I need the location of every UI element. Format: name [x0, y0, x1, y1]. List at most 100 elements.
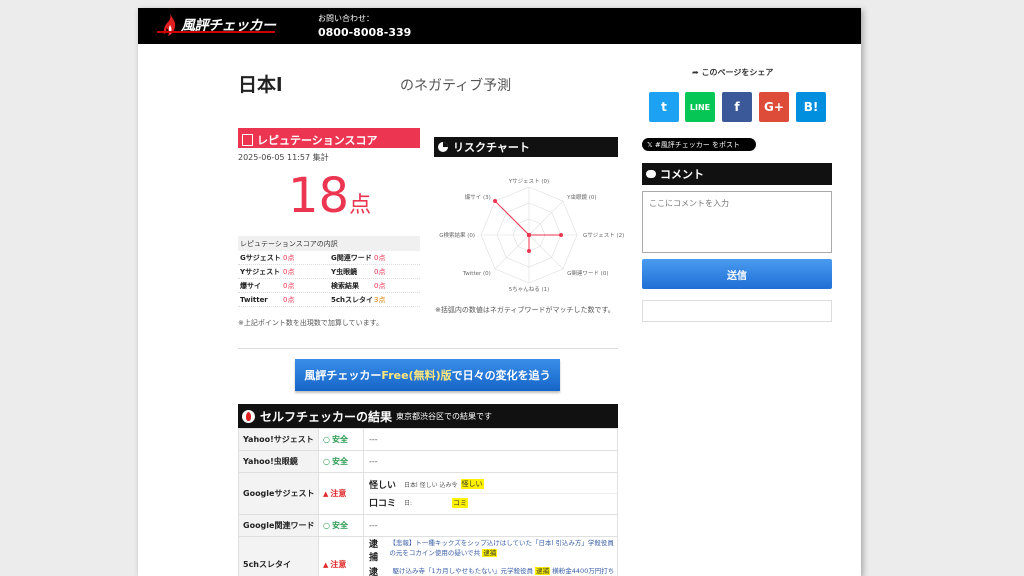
table-row: Yahoo!虫眼鏡 安全 --- — [238, 450, 618, 473]
breakdown-value: 0点 — [283, 267, 295, 276]
radar-axis-line — [494, 234, 530, 270]
radar-axis-line — [528, 200, 564, 236]
radar-note: ※括弧内の数値はネガティブワードがマッチした数です。 — [435, 306, 615, 314]
breakdown-heading: レピュテーションスコアの内訳 — [238, 236, 420, 251]
cta-highlight: Free(無料)版 — [381, 369, 452, 382]
flame-badge-icon — [242, 409, 255, 423]
self-checker-table: Yahoo!サジェスト 安全 --- Yahoo!虫眼鏡 安全 --- Goog… — [238, 428, 618, 576]
breakdown-row: Gサジェスト 0点 G関連ワード 0点 — [238, 251, 420, 265]
score-breakdown: レピュテーションスコアの内訳 Gサジェスト 0点 G関連ワード 0点 Yサジェス… — [238, 236, 420, 307]
google-plus-icon: G+ — [764, 100, 784, 114]
radar-axis-label: Y虫眼鏡 (0) — [566, 193, 596, 201]
radar-data-point — [527, 249, 531, 253]
breakdown-key: 爆サイ — [240, 281, 261, 290]
breakdown-value: 3点 — [374, 295, 386, 304]
logo-underline — [157, 31, 275, 33]
status-safe: 安全 — [323, 457, 348, 466]
line-icon: LINE — [689, 102, 711, 112]
radar-data-point — [493, 199, 498, 204]
match-word: 口コミ — [369, 499, 397, 509]
section-divider — [238, 348, 618, 349]
share-label: ➦ このページをシェア — [692, 68, 774, 77]
comment-heading: コメント — [642, 163, 832, 185]
comment-input[interactable] — [642, 191, 832, 253]
pie-chart-icon — [438, 142, 448, 152]
table-row: Yahoo!サジェスト 安全 --- — [238, 428, 618, 451]
match-context: 日: — [404, 500, 413, 507]
status-warning: 注意 — [323, 489, 346, 498]
flame-icon — [162, 13, 178, 37]
contact-phone[interactable]: 0800-8008-339 — [318, 26, 411, 39]
cta-prefix: 風評チェッカー — [304, 369, 382, 382]
breakdown-key: 5chスレタイ — [331, 295, 374, 304]
row-key: 5chスレタイ — [238, 536, 319, 576]
match-line: 逮捕 駆け込み寺「1カ月しやせもたない」元学殺役員 逮捕 横粉金4400万円打ち… — [369, 565, 617, 576]
comment-title: コメント — [660, 168, 704, 181]
row-detail: --- — [363, 450, 618, 473]
breakdown-key: Y虫眼鏡 — [331, 267, 358, 276]
cta-suffix: で日々の変化を追う — [451, 369, 551, 382]
match-context: 日本l 怪しい 込み令 — [404, 481, 458, 489]
row-status: 注意 — [318, 536, 364, 576]
score-unit: 点 — [349, 193, 372, 218]
match-text: 駆け込み寺「1カ月しやせもたない」元学殺役員 — [392, 567, 534, 575]
table-row: Google関連ワード 安全 --- — [238, 514, 618, 537]
radar-axis-label: 爆サイ (3) — [465, 193, 491, 201]
table-row: 5chスレタイ 注意 逮捕 【悲報】ト一種キックズをシップ込けはしていた「日本l… — [238, 536, 618, 576]
radar-axis-label: 5ちゃんねる (1) — [509, 286, 550, 293]
google-plus-share-button[interactable]: G+ — [759, 92, 789, 122]
post-label: 𝕏 #風評チェッカー をポスト — [647, 140, 740, 149]
row-key: Yahoo!虫眼鏡 — [238, 450, 319, 473]
send-button[interactable]: 送信 — [642, 259, 832, 289]
x-post-button[interactable]: 𝕏 #風評チェッカー をポスト — [642, 138, 756, 151]
radar-axis-label: Yサジェスト (0) — [508, 178, 549, 185]
contact-label: お問い合わせ： — [318, 14, 374, 23]
row-key: Google関連ワード — [238, 514, 319, 537]
breakdown-value: 0点 — [374, 267, 386, 276]
match-line: 口コミ 日: コミ — [369, 494, 617, 512]
breakdown-value: 0点 — [374, 281, 386, 290]
hatena-share-button[interactable]: B! — [796, 92, 826, 122]
reputation-score-title: レピュテーションスコア — [257, 133, 378, 147]
row-detail: --- — [363, 514, 618, 537]
document-icon — [242, 133, 253, 146]
page-frame: 風評チェッカー お問い合わせ： 0800-8008-339 日本l のネガティブ… — [138, 8, 861, 576]
twitter-icon: t — [661, 100, 667, 114]
free-version-button[interactable]: 風評チェッカー Free(無料)版 で日々の変化を追う — [295, 359, 560, 391]
radar-axis-label: G検索結果 (0) — [439, 231, 475, 239]
match-link[interactable]: 駆け込み寺「1カ月しやせもたない」元学殺役員 逮捕 横粉金4400万円打ち切りで… — [393, 565, 617, 576]
risk-radar-chart: Yサジェスト (0) Y虫眼鏡 (0) Gサジェスト (2) G関連ワード (0) 5ち… — [439, 178, 624, 293]
match-link[interactable]: 【悲報】ト一種キックズをシップ込けはしていた「日本l 引込み方」学殺役員の元をコ… — [389, 537, 617, 557]
breakdown-key: Gサジェスト — [240, 253, 281, 262]
match-highlight: コミ — [452, 497, 469, 508]
share-label-text: このページをシェア — [701, 68, 774, 77]
facebook-icon: f — [734, 100, 740, 114]
row-key: Googleサジェスト — [238, 472, 319, 515]
site-logo[interactable]: 風評チェッカー — [162, 13, 276, 37]
twitter-share-button[interactable]: t — [649, 92, 679, 122]
facebook-share-button[interactable]: f — [722, 92, 752, 122]
match-text: 【悲報】ト一種キックズをシップ込けはしていた「日本l 引込み方」学殺役員の元をコ… — [389, 539, 614, 557]
breakdown-row: Yサジェスト 0点 Y虫眼鏡 0点 — [238, 265, 420, 279]
row-detail: --- — [363, 428, 618, 451]
breakdown-value: 0点 — [374, 253, 386, 262]
contact-info: お問い合わせ： 0800-8008-339 — [318, 13, 411, 39]
score-value: 18 — [288, 168, 350, 224]
match-word: 逮捕 — [369, 540, 379, 563]
status-warning: 注意 — [323, 560, 346, 569]
radar-data-point — [527, 233, 531, 237]
page-subtitle: のネガティブ予測 — [400, 78, 512, 94]
match-highlight: 逮捕 — [535, 567, 551, 575]
breakdown-value: 0点 — [283, 253, 295, 262]
row-detail: 怪しい 日本l 怪しい 込み令 怪しい 口コミ 日: コミ — [363, 472, 618, 515]
row-status: 安全 — [318, 514, 364, 537]
radar-axis-label: G関連ワード (0) — [567, 269, 608, 277]
self-checker-title: セルフチェッカーの結果 — [260, 409, 393, 424]
match-word: 逮捕 — [369, 568, 379, 576]
row-key: Yahoo!サジェスト — [238, 428, 319, 451]
row-status: 注意 — [318, 472, 364, 515]
match-highlight: 怪しい — [460, 479, 484, 489]
line-share-button[interactable]: LINE — [685, 92, 715, 122]
match-highlight: 逮捕 — [482, 549, 498, 557]
risk-chart-title: リスクチャート — [453, 141, 530, 154]
